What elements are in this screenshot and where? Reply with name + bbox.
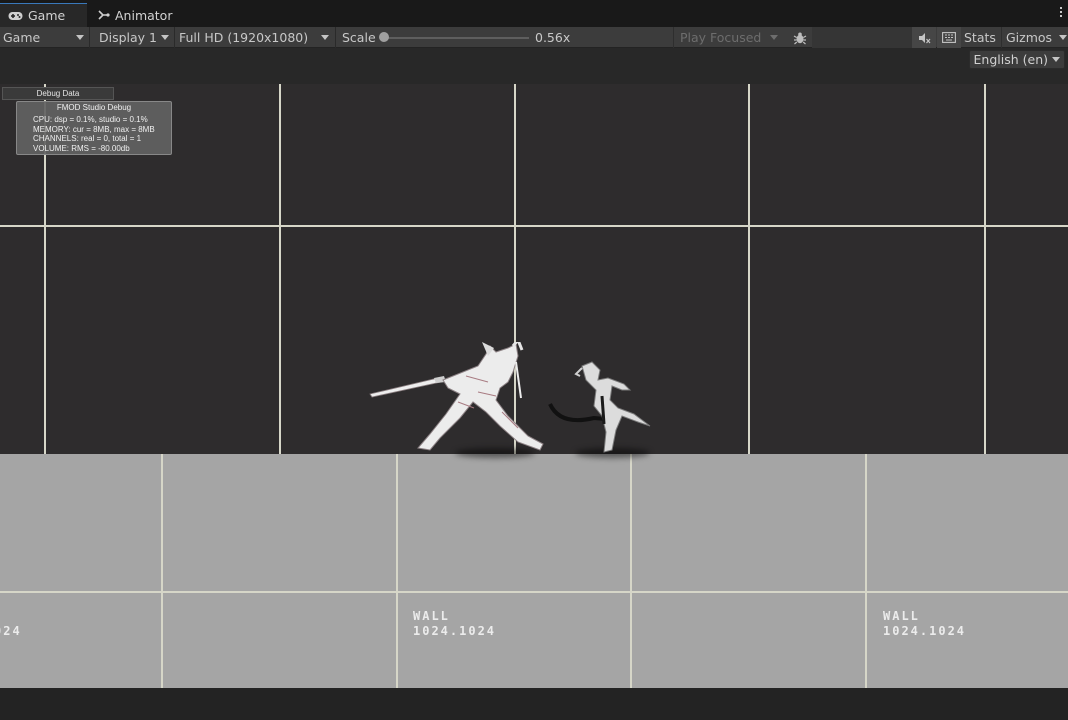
wall-label: 024 — [0, 624, 22, 638]
animator-icon — [98, 10, 110, 20]
fmod-channels-line: CHANNELS: real = 0, total = 1 — [33, 134, 142, 143]
ground-floor: 024 WALL 1024.1024 WALL 1024.1024 — [0, 454, 1068, 688]
view-mode-label: Game — [3, 30, 41, 45]
scale-slider-track[interactable] — [384, 37, 529, 39]
tab-label: Game — [28, 8, 66, 23]
language-label: English (en) — [973, 52, 1048, 67]
scale-slider-thumb[interactable] — [379, 32, 389, 42]
player-character-sprite — [369, 342, 544, 451]
fmod-cpu-line: CPU: dsp = 0.1%, studio = 0.1% — [33, 115, 148, 124]
chevron-down-icon — [770, 35, 778, 40]
tab-game[interactable]: Game — [0, 3, 87, 27]
chevron-down-icon — [1052, 57, 1060, 62]
toolbar-spacer — [812, 27, 912, 48]
stats-button[interactable]: Stats — [964, 27, 996, 48]
grid-line — [161, 454, 163, 688]
game-viewport[interactable]: 024 WALL 1024.1024 WALL 1024.1024 Debug … — [0, 84, 1068, 688]
wall-label: WALL 1024.1024 — [413, 609, 497, 638]
grid-line — [984, 84, 986, 454]
chevron-down-icon — [1059, 35, 1067, 40]
gamepad-icon — [8, 11, 23, 21]
enemy-character-sprite — [548, 361, 651, 453]
scale-label: Scale — [342, 30, 376, 45]
chevron-down-icon — [161, 35, 169, 40]
resolution-label: Full HD (1920x1080) — [179, 30, 309, 45]
game-view-toolbar: Game Display 1 Full HD (1920x1080) Scale… — [0, 27, 1068, 48]
fmod-debug-title: FMOD Studio Debug — [56, 103, 132, 112]
gizmos-label: Gizmos — [1006, 30, 1053, 45]
chevron-down-icon — [76, 35, 84, 40]
tab-label: Animator — [115, 7, 173, 23]
grid-line — [865, 454, 867, 688]
game-view-bottom-area — [0, 688, 1068, 720]
play-mode-label: Play Focused — [680, 30, 762, 45]
fmod-volume-line: VOLUME: RMS = -80.00db — [33, 143, 130, 153]
scale-value: 0.56x — [535, 30, 571, 45]
keyboard-shortcuts-icon[interactable] — [937, 27, 961, 48]
gizmos-dropdown[interactable]: Gizmos — [1001, 27, 1068, 48]
display-label: Display 1 — [99, 30, 158, 45]
more-options-icon[interactable] — [1058, 7, 1064, 21]
resolution-dropdown[interactable]: Full HD (1920x1080) — [176, 27, 336, 48]
chevron-down-icon — [321, 35, 329, 40]
fmod-debug-panel: FMOD Studio Debug CPU: dsp = 0.1%, studi… — [16, 101, 172, 155]
display-dropdown[interactable]: Display 1 — [91, 27, 175, 48]
grid-line — [0, 225, 1068, 227]
grid-line — [279, 84, 281, 454]
tab-animator[interactable]: Animator — [90, 3, 180, 27]
language-dropdown[interactable]: English (en) — [968, 50, 1065, 69]
play-mode-dropdown[interactable]: Play Focused — [673, 27, 783, 48]
debug-data-button[interactable]: Debug Data — [2, 87, 114, 100]
editor-tab-bar: Game Animator — [0, 0, 1068, 27]
game-view-header: English (en) — [0, 48, 1068, 84]
fmod-memory-line: MEMORY: cur = 8MB, max = 8MB — [33, 124, 155, 134]
grid-line — [748, 84, 750, 454]
wall-label: WALL 1024.1024 — [883, 609, 967, 638]
mute-audio-icon[interactable] — [912, 27, 936, 48]
bug-icon[interactable] — [788, 27, 812, 48]
grid-line — [630, 454, 632, 688]
view-mode-dropdown[interactable]: Game — [0, 27, 90, 48]
grid-line — [396, 454, 398, 688]
grid-line — [0, 591, 1068, 593]
